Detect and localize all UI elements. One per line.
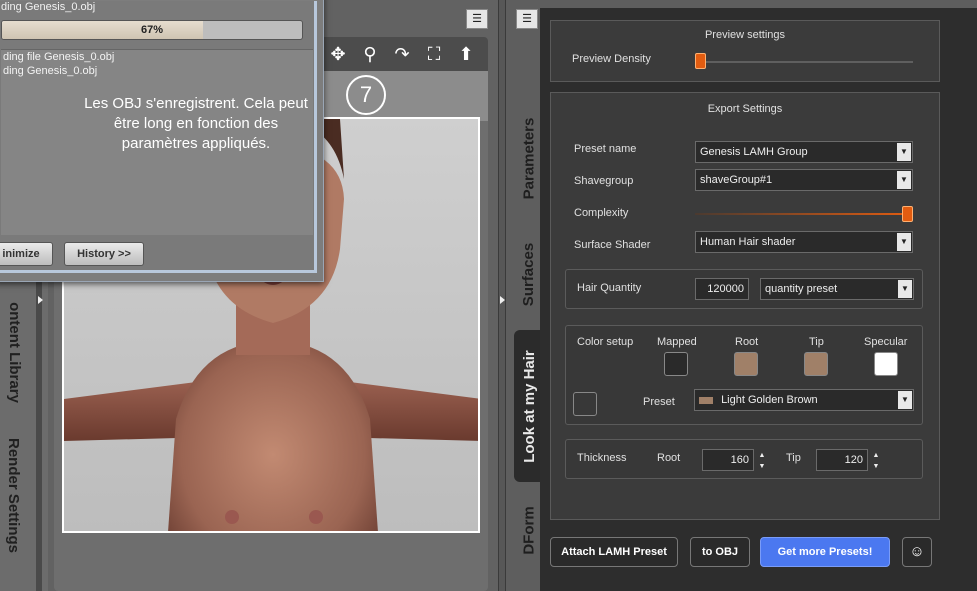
root-color-swatch[interactable] <box>734 352 758 376</box>
export-settings-group: Export Settings Preset name Genesis LAMH… <box>550 92 940 520</box>
color-setup-label: Color setup <box>577 336 634 348</box>
collapse-arrow-icon[interactable] <box>500 296 505 304</box>
thickness-tip-spinner[interactable]: ▲ ▼ <box>869 450 883 472</box>
tab-content-library[interactable]: ontent Library <box>0 282 28 422</box>
hair-quantity-input[interactable]: 120000 <box>695 278 749 300</box>
home-icon[interactable]: ⬆ <box>454 42 478 66</box>
preset-name-value: Genesis LAMH Group <box>700 146 808 158</box>
to-obj-button[interactable]: to OBJ <box>690 537 750 567</box>
progress-bar: 67% <box>1 20 303 40</box>
preset-name-label: Preset name <box>574 143 637 155</box>
preview-density-slider[interactable] <box>695 53 706 69</box>
pane-menu-icon[interactable]: ☰ <box>516 9 538 29</box>
viewport-menu-icon[interactable]: ☰ <box>466 9 488 29</box>
thickness-label: Thickness <box>577 452 627 464</box>
panel-splitter[interactable] <box>498 0 506 591</box>
thickness-root-spinner[interactable]: ▲ ▼ <box>755 450 769 472</box>
chevron-down-icon[interactable]: ▼ <box>897 143 911 161</box>
preview-density-label: Preview Density <box>572 53 651 65</box>
hair-quantity-label: Hair Quantity <box>577 282 642 294</box>
complexity-slider[interactable] <box>902 206 913 222</box>
surface-shader-value: Human Hair shader <box>700 236 796 248</box>
viewport-area: ontent Library Render Settings ☰ ✥ ⚲ ↷ ⛶… <box>0 0 498 591</box>
thickness-tip-value: 120 <box>844 454 863 466</box>
specular-label: Specular <box>864 336 908 348</box>
thickness-root-label: Root <box>657 452 681 464</box>
color-preset-label: Preset <box>643 396 675 408</box>
thickness-root-value: 160 <box>730 454 749 466</box>
hair-quantity-group: Hair Quantity 120000 quantity preset ▼ <box>565 269 923 309</box>
save-progress-dialog: ding Genesis_0.obj 67% ding file Genesis… <box>0 0 324 282</box>
chevron-down-icon[interactable]: ▼ <box>898 280 912 298</box>
move-icon[interactable]: ✥ <box>326 42 350 66</box>
chevron-down-icon[interactable]: ▼ <box>898 391 912 409</box>
expand-arrow-icon[interactable] <box>38 296 43 304</box>
attach-lamh-preset-button[interactable]: Attach LAMH Preset <box>550 537 678 567</box>
hair-logo-icon[interactable]: ☺ <box>902 537 932 567</box>
preview-settings-title: Preview settings <box>704 29 786 41</box>
log-line: ding file Genesis_0.obj <box>3 51 115 63</box>
surface-shader-label: Surface Shader <box>574 239 651 251</box>
thickness-group: Thickness Root 160 ▲ ▼ Tip 120 ▲ ▼ <box>565 439 923 479</box>
log-area: ding file Genesis_0.obj ding Genesis_0.o… <box>1 49 313 235</box>
surface-shader-select[interactable]: Human Hair shader ▼ <box>695 231 913 253</box>
color-setup-group: Color setup Mapped Root Tip Specular Pre… <box>565 325 923 425</box>
complexity-label: Complexity <box>574 207 629 219</box>
color-preview-swatch[interactable] <box>573 392 597 416</box>
zoom-icon[interactable]: ⚲ <box>358 42 382 66</box>
mapped-swatch[interactable] <box>664 352 688 376</box>
specular-swatch[interactable] <box>874 352 898 376</box>
mapped-label: Mapped <box>657 336 697 348</box>
color-preset-select[interactable]: Light Golden Brown ▼ <box>694 389 914 411</box>
tab-render-settings[interactable]: Render Settings <box>0 425 28 565</box>
orbit-icon[interactable]: ↷ <box>390 42 414 66</box>
shavegroup-select[interactable]: shaveGroup#1 ▼ <box>695 169 913 191</box>
step-number-badge: 7 <box>346 75 386 115</box>
log-line: ding Genesis_0.obj <box>3 65 98 77</box>
thickness-tip-label: Tip <box>786 452 801 464</box>
dialog-body: ding Genesis_0.obj 67% ding file Genesis… <box>0 1 317 273</box>
complexity-track[interactable] <box>695 213 913 215</box>
minimize-button[interactable]: inimize <box>0 242 53 266</box>
get-more-presets-button[interactable]: Get more Presets! <box>760 537 890 567</box>
thickness-root-input[interactable]: 160 ▲ ▼ <box>702 449 765 471</box>
frame-icon[interactable]: ⛶ <box>422 42 446 66</box>
thickness-tip-input[interactable]: 120 ▲ ▼ <box>816 449 879 471</box>
preset-name-select[interactable]: Genesis LAMH Group ▼ <box>695 141 913 163</box>
chevron-down-icon[interactable]: ▼ <box>897 233 911 251</box>
shavegroup-value: shaveGroup#1 <box>700 174 773 186</box>
look-at-my-hair-panel: Preview settings Preview Density Export … <box>540 8 977 591</box>
history-button[interactable]: History >> <box>64 242 144 266</box>
log-note: Les OBJ s'enregistrent. Cela peut être l… <box>84 95 308 152</box>
progress-percent: 67% <box>140 24 164 36</box>
tip-color-label: Tip <box>809 336 824 348</box>
quantity-preset-select[interactable]: quantity preset ▼ <box>760 278 914 300</box>
preview-settings-group: Preview settings Preview Density <box>550 20 940 82</box>
color-preset-value: Light Golden Brown <box>721 394 818 406</box>
tip-color-swatch[interactable] <box>804 352 828 376</box>
preview-density-track[interactable] <box>695 61 913 63</box>
root-color-label: Root <box>735 336 759 348</box>
quantity-preset-value: quantity preset <box>765 283 838 295</box>
right-pane: ☰ Parameters Surfaces Look at my Hair DF… <box>506 0 977 591</box>
chevron-down-icon[interactable]: ▼ <box>897 171 911 189</box>
export-settings-title: Export Settings <box>707 103 783 115</box>
progress-status-text: ding Genesis_0.obj <box>1 1 96 13</box>
shavegroup-label: Shavegroup <box>574 175 634 187</box>
preset-color-chip <box>699 396 713 404</box>
